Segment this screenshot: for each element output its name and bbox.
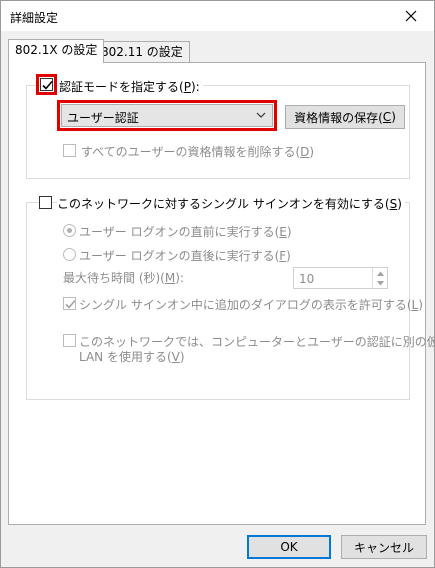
before-logon-radio[interactable]: [63, 224, 76, 237]
caret-up-icon: [376, 271, 384, 276]
tab-8021x-settings[interactable]: 802.1X の設定: [8, 39, 105, 63]
close-icon: [405, 10, 417, 22]
auth-mode-select-value: ユーザー認証: [67, 111, 139, 125]
checkmark-icon: [65, 299, 76, 309]
cancel-button[interactable]: キャンセル: [341, 535, 427, 559]
max-delay-spinbox[interactable]: 10: [293, 267, 388, 289]
advanced-settings-dialog: 詳細設定 802.1X の設定 802.11 の設定 認証モードを指定する(P)…: [0, 0, 435, 568]
chevron-down-icon: [256, 112, 266, 118]
caret-down-icon: [376, 280, 384, 285]
radio-selected-dot: [67, 228, 72, 233]
enable-sso-checkbox[interactable]: [39, 196, 52, 209]
enable-sso-label: このネットワークに対するシングル サインオンを有効にする(S): [57, 195, 405, 212]
before-logon-label: ユーザー ログオンの直前に実行する(E): [79, 225, 292, 239]
close-button[interactable]: [388, 1, 434, 31]
window-title: 詳細設定: [10, 11, 59, 25]
tab-80211-settings[interactable]: 802.11 の設定: [94, 41, 190, 63]
max-delay-label: 最大待ち時間 (秒)(M):: [63, 271, 184, 285]
allow-dialogs-checkbox[interactable]: [63, 297, 76, 310]
ok-button[interactable]: OK: [247, 535, 331, 559]
after-logon-label: ユーザー ログオンの直後に実行する(F): [79, 249, 291, 263]
checkmark-icon: [42, 80, 53, 90]
allow-dialogs-label: シングル サインオン中に追加のダイアログの表示を許可する(L): [79, 298, 423, 312]
save-credentials-button[interactable]: 資格情報の保存(C): [285, 105, 405, 129]
auth-mode-select[interactable]: ユーザー認証: [61, 104, 273, 127]
delete-credentials-checkbox[interactable]: [63, 144, 76, 157]
specify-auth-mode-label: 認証モードを指定する(P):: [59, 78, 203, 95]
separate-vlan-checkbox[interactable]: [63, 334, 76, 347]
after-logon-radio[interactable]: [63, 248, 76, 261]
delete-credentials-label: すべてのユーザーの資格情報を削除する(D): [81, 145, 315, 159]
max-delay-value: 10: [299, 272, 315, 286]
title-bar: 詳細設定: [1, 1, 434, 31]
specify-auth-mode-checkbox[interactable]: [40, 78, 53, 91]
spin-up-button[interactable]: [373, 268, 387, 278]
spin-buttons: [372, 268, 387, 288]
separate-vlan-label-line2: LAN を使用する(V): [79, 350, 185, 364]
spin-down-button[interactable]: [373, 278, 387, 288]
